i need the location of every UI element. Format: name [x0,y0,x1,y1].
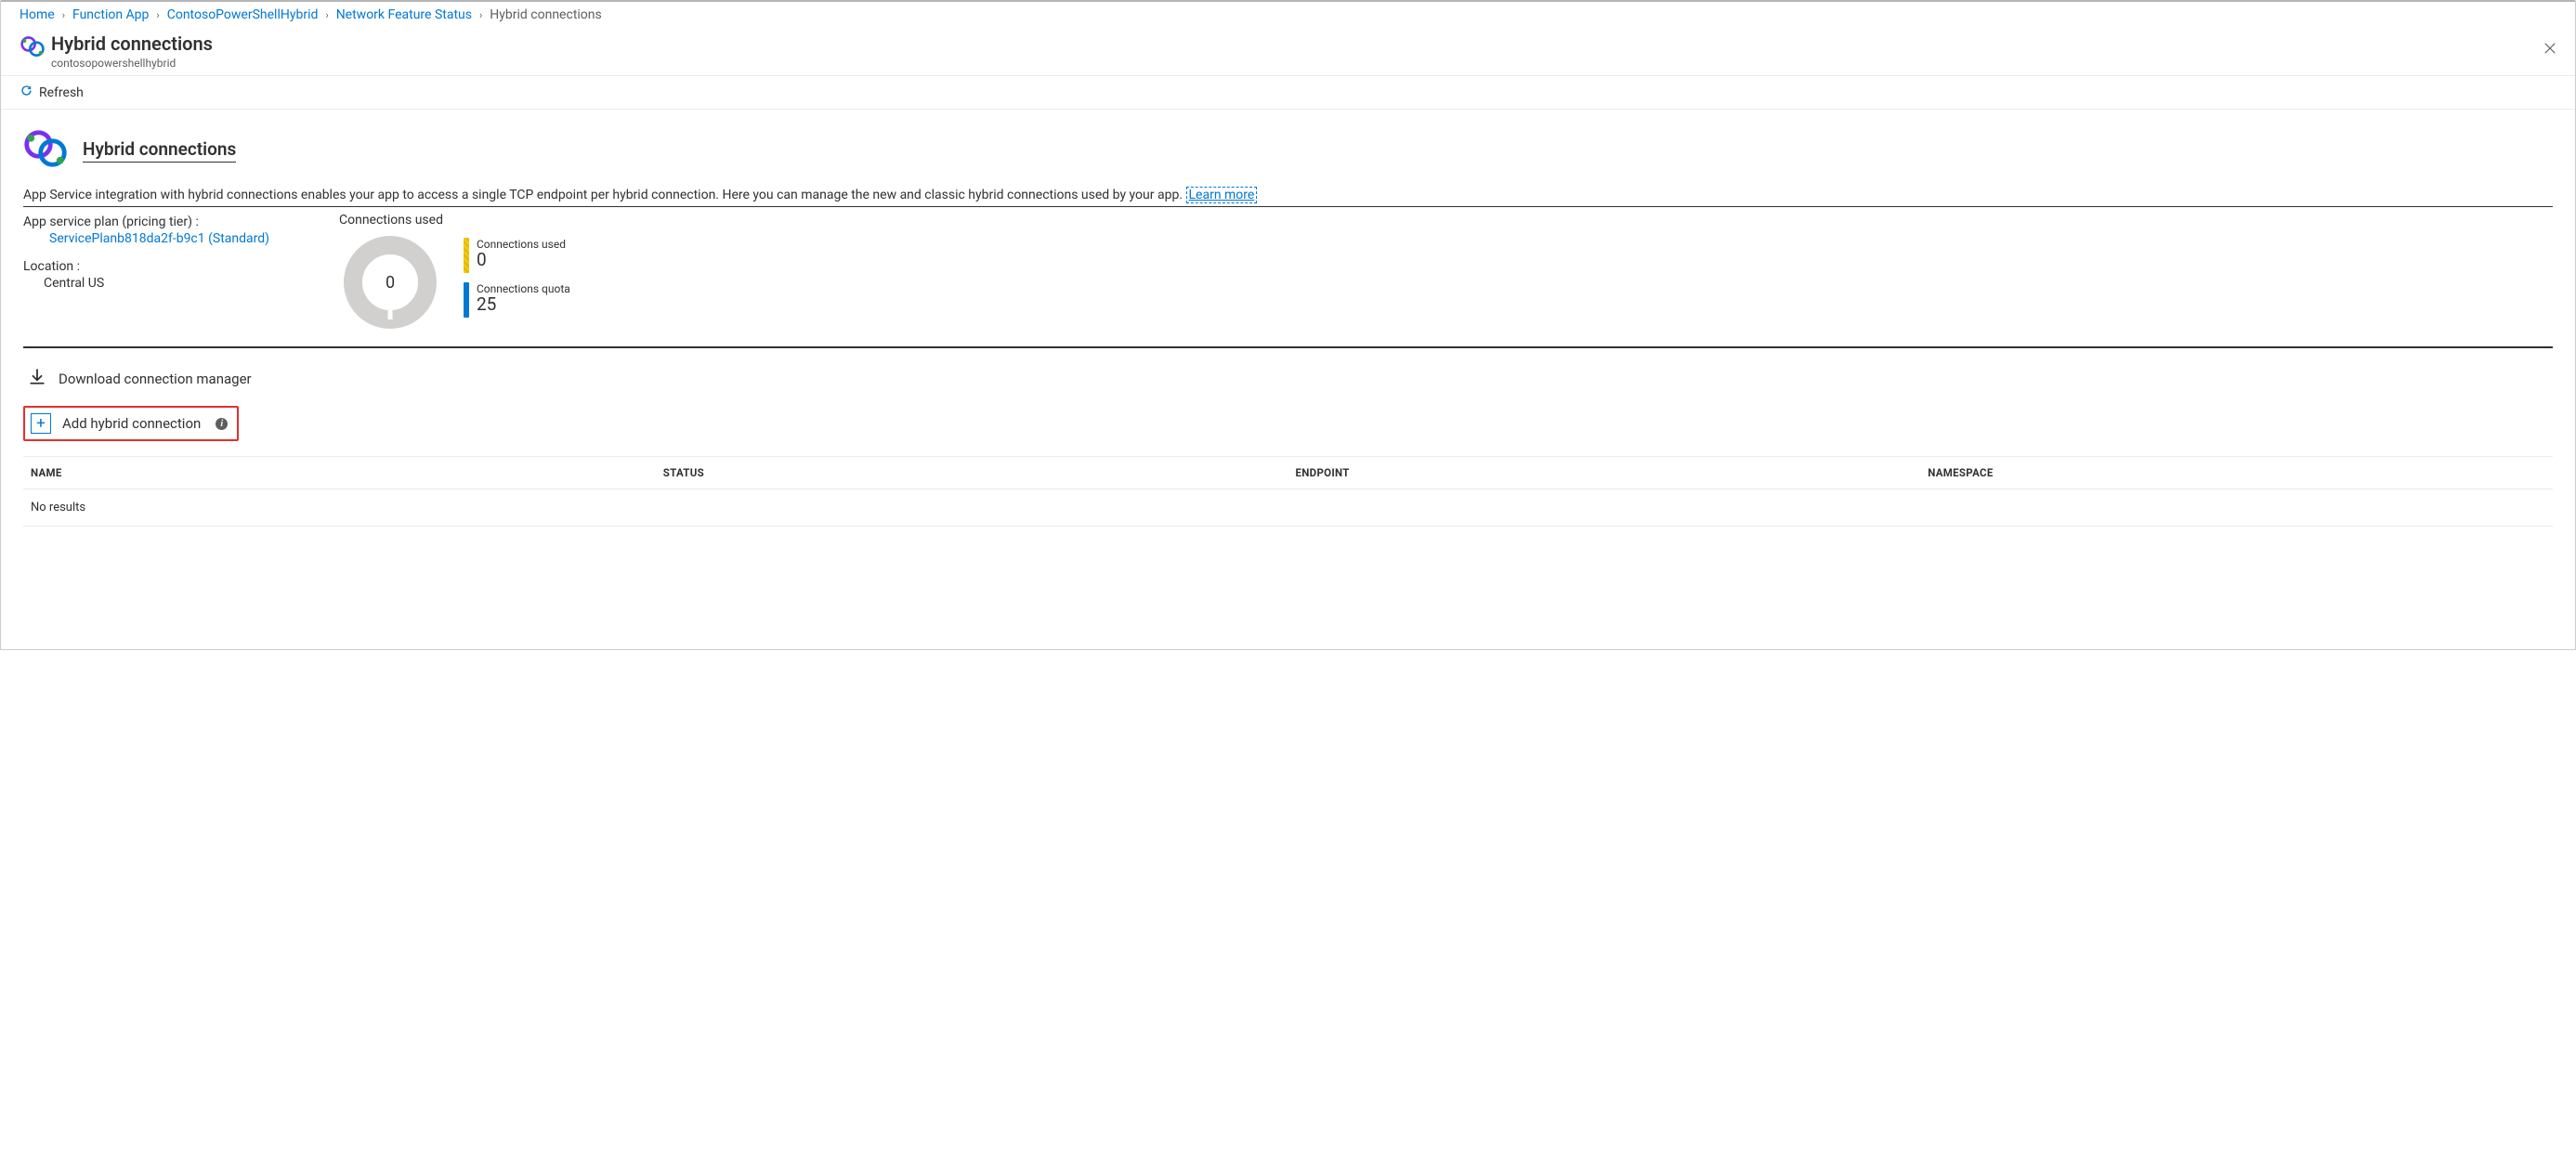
hybrid-connections-icon [23,126,68,175]
location-label: Location : [23,259,302,274]
plan-label: App service plan (pricing tier) : [23,215,302,229]
chevron-right-icon: › [62,9,65,21]
legend-color-used-icon [464,238,469,273]
col-name[interactable]: NAME [23,457,656,489]
connections-donut-chart: 0 [339,231,441,333]
download-label: Download connection manager [59,371,252,387]
legend-used-value: 0 [477,251,566,270]
info-icon[interactable]: i [216,418,228,430]
refresh-icon [20,84,33,101]
page-title: Hybrid connections [51,32,213,56]
breadcrumb-function-app[interactable]: Function App [72,7,149,22]
breadcrumb-home[interactable]: Home [20,7,55,22]
chevron-right-icon: › [479,9,482,21]
donut-center-value: 0 [339,231,441,333]
toolbar: Refresh [1,76,2575,110]
page-subtitle: contosopowershellhybrid [51,57,213,70]
empty-message: No results [23,489,2553,527]
legend-used-label: Connections used [477,238,566,251]
connections-used-header: Connections used [339,213,570,228]
chevron-right-icon: › [325,9,328,21]
connections-table: NAME STATUS ENDPOINT NAMESPACE No result… [23,456,2553,527]
learn-more-link[interactable]: Learn more [1186,187,1258,203]
col-status[interactable]: STATUS [656,457,1288,489]
col-endpoint[interactable]: ENDPOINT [1288,457,1921,489]
connections-legend: Connections used 0 Connections quota 25 [464,238,570,327]
breadcrumb-resource[interactable]: ContosoPowerShellHybrid [167,7,319,22]
col-namespace[interactable]: NAMESPACE [1920,457,2553,489]
plus-icon: + [31,413,51,434]
blade-header: Hybrid connections contosopowershellhybr… [1,26,2575,76]
legend-color-quota-icon [464,282,469,318]
add-hybrid-connection-button[interactable]: + Add hybrid connection i [23,406,239,441]
hybrid-connections-icon [20,32,51,63]
section-description: App Service integration with hybrid conn… [23,188,2553,202]
plan-link[interactable]: ServicePlanb818da2f-b9c1 (Standard) [23,231,302,246]
close-button[interactable] [2538,35,2562,64]
chevron-right-icon: › [156,9,159,21]
refresh-button[interactable]: Refresh [20,84,84,101]
divider [23,346,2553,348]
breadcrumb: Home › Function App › ContosoPowerShellH… [1,2,2575,26]
breadcrumb-current: Hybrid connections [490,7,601,22]
location-value: Central US [23,276,302,291]
legend-quota-value: 25 [477,295,570,315]
download-icon [29,369,46,389]
refresh-label: Refresh [39,85,84,100]
add-label: Add hybrid connection [62,415,201,432]
download-connection-manager-button[interactable]: Download connection manager [23,363,2553,406]
section-title: Hybrid connections [83,138,236,163]
breadcrumb-network-status[interactable]: Network Feature Status [336,7,472,22]
section-header: Hybrid connections [23,126,2553,175]
table-row-empty: No results [23,489,2553,527]
